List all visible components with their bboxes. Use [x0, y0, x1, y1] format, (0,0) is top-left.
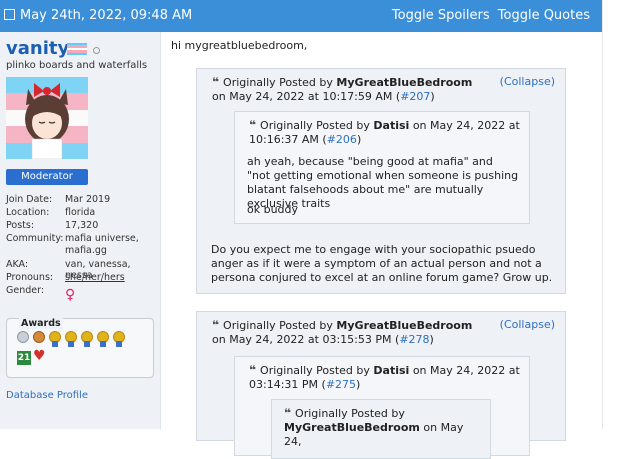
- medal-icon[interactable]: [49, 331, 61, 347]
- quote-post-link[interactable]: #207: [400, 90, 430, 103]
- medal-icon[interactable]: [81, 331, 93, 347]
- user-title: plinko boards and waterfalls: [6, 60, 148, 71]
- posts-value: 17,320: [65, 220, 99, 231]
- toggle-spoilers-link[interactable]: Toggle Spoilers: [392, 8, 490, 23]
- avatar[interactable]: [6, 77, 88, 159]
- nested-quote-prefix: Originally Posted by: [260, 364, 370, 377]
- posts-label: Posts:: [6, 220, 35, 231]
- nested-quote-on: on May 24, 2022 at: [412, 119, 520, 132]
- quote-author[interactable]: MyGreatBlueBedroom: [336, 319, 472, 332]
- quote-on: on May 24,: [212, 333, 273, 346]
- user-info: Join Date: Mar 2019 Location: florida Post…: [6, 194, 156, 298]
- community-value: mafia universe, mafia.gg: [65, 233, 139, 256]
- medal-icon[interactable]: [113, 331, 125, 347]
- post-content: hi mygreatbluebedroom, ❝ Originally Poste…: [161, 32, 602, 459]
- quote-block: ❝ Originally Posted by MyGreatBlueBedroom…: [196, 68, 566, 294]
- username[interactable]: vanity.: [6, 38, 74, 59]
- nested-quote-post-link[interactable]: #206: [327, 133, 357, 146]
- nested-quote-on: on May 24, 2022 at: [412, 364, 520, 377]
- medal-icon[interactable]: [97, 331, 109, 347]
- quote-block-2: ❝ Originally Posted by MyGreatBlueBedroom…: [196, 311, 566, 459]
- trophy-icon[interactable]: [33, 331, 45, 345]
- nested-quote-text-2: ok buddy: [247, 203, 299, 216]
- female-symbol-icon: ♀: [65, 287, 76, 303]
- quote-icon: ❝: [212, 75, 220, 89]
- quote-prefix: Originally Posted by: [223, 76, 333, 89]
- quote-prefix: Originally Posted by: [223, 319, 333, 332]
- quote-post-link[interactable]: #278: [399, 333, 429, 346]
- user-sidebar: vanity. plinko boards and waterfalls Mod…: [0, 32, 161, 429]
- nested-quote-prefix: Originally Posted by: [260, 119, 370, 132]
- quote-icon: ❝: [284, 406, 292, 420]
- post-date-text: May 24th, 2022, 09:48 AM: [20, 8, 193, 23]
- pronouns-value: she/her/hers: [65, 272, 125, 283]
- post-header-bar: May 24th, 2022, 09:48 AM Toggle Spoilers…: [0, 0, 602, 32]
- post-greeting: hi mygreatbluebedroom,: [171, 39, 308, 52]
- location-label: Location:: [6, 207, 50, 218]
- database-profile-link[interactable]: Database Profile: [6, 390, 88, 401]
- avatar-character-icon: [25, 83, 69, 159]
- nested-quote-datetime: 10:16:37 AM: [249, 133, 319, 146]
- award-21-icon[interactable]: 21: [17, 351, 31, 365]
- community-label: Community:: [6, 233, 64, 244]
- location-value: florida: [65, 207, 96, 218]
- trans-flag-icon: [67, 43, 87, 55]
- nested-quote-datetime: 03:14:31 PM: [249, 378, 319, 391]
- aka-label: AKA:: [6, 259, 29, 270]
- awards-label: Awards: [19, 318, 63, 329]
- right-gutter: [602, 0, 624, 429]
- nested-quote-block: ❝ Originally Posted by Datisi on May 24, …: [234, 111, 530, 224]
- toggle-quotes-link[interactable]: Toggle Quotes: [498, 8, 590, 23]
- inner-quote-author[interactable]: MyGreatBlueBedroom: [284, 421, 420, 434]
- awards-box: Awards 21 ♥: [6, 318, 154, 378]
- moderator-badge: Moderator: [6, 169, 88, 185]
- join-date-value: Mar 2019: [65, 194, 111, 205]
- join-date-label: Join Date:: [6, 194, 53, 205]
- quote-datetime: 2022 at 10:17:59 AM: [276, 90, 393, 103]
- medal-icon[interactable]: [65, 331, 77, 347]
- collapse-link[interactable]: (Collapse): [500, 318, 555, 332]
- inner-quote-block: ❝ Originally Posted by MyGreatBlueBedroom…: [271, 399, 491, 459]
- quote-icon: ❝: [249, 363, 257, 377]
- quote-icon: ❝: [212, 318, 220, 332]
- quote-on: on May 24,: [212, 90, 273, 103]
- nested-quote-post-link[interactable]: #275: [326, 378, 356, 391]
- online-status-icon: [93, 47, 100, 54]
- nested-quote-author[interactable]: Datisi: [373, 364, 409, 377]
- heart-icon[interactable]: ♥: [33, 348, 46, 364]
- post-date: May 24th, 2022, 09:48 AM: [4, 8, 192, 23]
- pronouns-label: Pronouns:: [6, 272, 54, 283]
- gender-label: Gender:: [6, 285, 45, 296]
- quote-datetime: 2022 at 03:15:53 PM: [276, 333, 392, 346]
- quote-author[interactable]: MyGreatBlueBedroom: [336, 76, 472, 89]
- collapse-link[interactable]: (Collapse): [500, 75, 555, 89]
- trophy-icon[interactable]: [17, 331, 29, 345]
- nested-quote-author[interactable]: Datisi: [373, 119, 409, 132]
- quote-reply-text: Do you expect me to engage with your soc…: [211, 243, 553, 284]
- calendar-icon: [4, 9, 15, 20]
- quote-icon: ❝: [249, 118, 257, 132]
- nested-quote-block-2: ❝ Originally Posted by Datisi on May 24, …: [234, 356, 530, 459]
- inner-quote-prefix: Originally Posted by: [295, 407, 405, 420]
